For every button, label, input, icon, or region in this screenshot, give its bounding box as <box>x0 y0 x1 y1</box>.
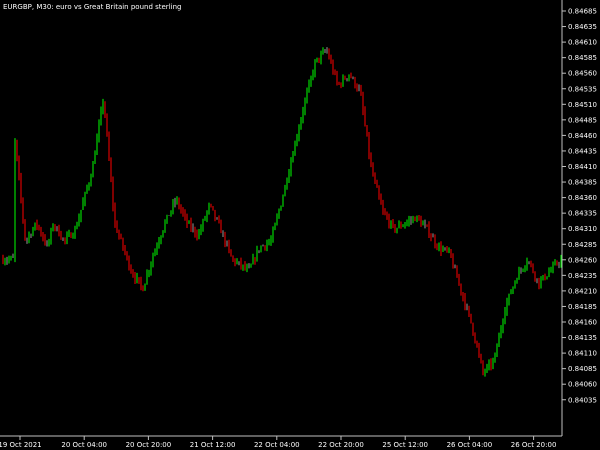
y-tick-label: 0.84460 <box>568 132 597 140</box>
y-tick-label: 0.84085 <box>568 365 597 373</box>
y-tick-label: 0.84310 <box>568 225 597 233</box>
y-tick-label: 0.84210 <box>568 287 597 295</box>
price-chart[interactable]: 0.84685 0.84635 0.84610 0.84585 0.84560 0.845… <box>0 0 600 450</box>
y-tick-label: 0.84110 <box>568 350 597 358</box>
x-tick-label: 25 Oct 12:00 <box>382 441 428 449</box>
y-tick-label: 0.84060 <box>568 381 597 389</box>
price-bars <box>2 47 562 377</box>
y-tick-label: 0.84560 <box>568 70 597 78</box>
x-tick-label: 26 Oct 20:00 <box>511 441 557 449</box>
y-tick-label: 0.84235 <box>568 272 597 280</box>
x-tick-label: 20 Oct 04:00 <box>61 441 107 449</box>
y-tick-label: 0.84585 <box>568 54 597 62</box>
x-tick-label: 19 Oct 2021 <box>0 441 42 449</box>
y-tick-label: 0.84410 <box>568 163 597 171</box>
chart-axes: 0.84685 0.84635 0.84610 0.84585 0.84560 0.845… <box>0 0 597 449</box>
y-tick-label: 0.84385 <box>568 179 597 187</box>
y-tick-label: 0.84335 <box>568 210 597 218</box>
y-tick-label: 0.84485 <box>568 116 597 124</box>
y-tick-label: 0.84035 <box>568 396 597 404</box>
y-tick-label: 0.84260 <box>568 256 597 264</box>
y-tick-label: 0.84160 <box>568 319 597 327</box>
x-tick-label: 22 Oct 04:00 <box>254 441 300 449</box>
y-tick-label: 0.84285 <box>568 241 597 249</box>
y-tick-label: 0.84360 <box>568 194 597 202</box>
y-tick-label: 0.84185 <box>568 303 597 311</box>
x-tick-label: 20 Oct 20:00 <box>126 441 172 449</box>
x-tick-label: 26 Oct 04:00 <box>447 441 493 449</box>
x-tick-label: 22 Oct 20:00 <box>318 441 364 449</box>
y-tick-label: 0.84535 <box>568 85 597 93</box>
y-tick-label: 0.84510 <box>568 101 597 109</box>
y-tick-label: 0.84135 <box>568 334 597 342</box>
y-tick-label: 0.84685 <box>568 8 597 16</box>
chart-window[interactable]: EURGBP, M30: euro vs Great Britain pound… <box>0 0 600 450</box>
x-tick-label: 21 Oct 12:00 <box>190 441 236 449</box>
y-tick-label: 0.84635 <box>568 23 597 31</box>
y-tick-label: 0.84610 <box>568 39 597 47</box>
y-tick-label: 0.84435 <box>568 147 597 155</box>
